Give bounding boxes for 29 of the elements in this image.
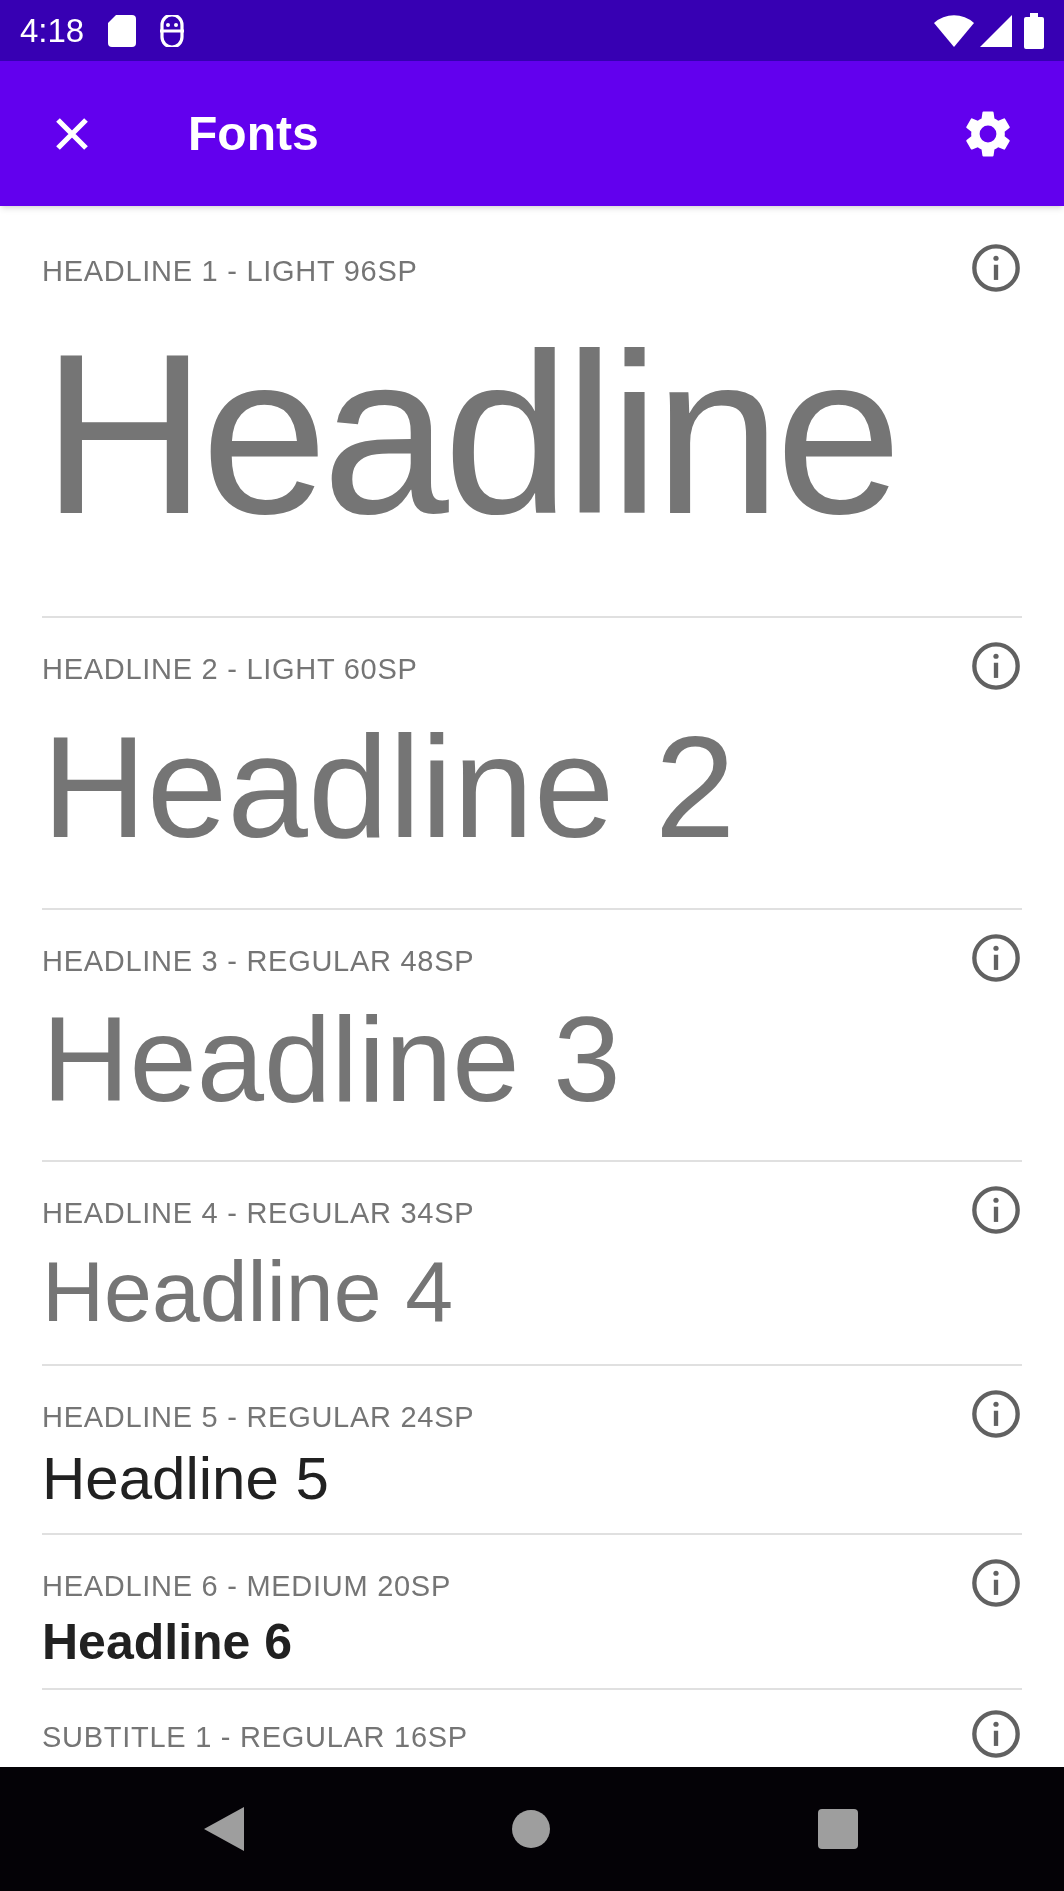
sample-text: Headline [42,305,897,563]
style-label: HEADLINE 6 - MEDIUM 20SP [42,1569,452,1604]
app-bar-title: Fonts [188,105,319,162]
wifi-icon [934,14,974,47]
style-label: HEADLINE 4 - REGULAR 34SP [42,1196,476,1231]
info-icon[interactable] [970,242,1022,294]
sample-text: Headline 4 [42,1241,454,1341]
info-icon[interactable] [970,1557,1022,1609]
sample-text: Headline 6 [42,1612,293,1672]
sd-card-icon [108,14,137,47]
back-icon[interactable] [204,1807,244,1851]
style-label: HEADLINE 3 - REGULAR 48SP [42,944,476,979]
sample-text: Headline 3 [42,989,621,1129]
info-icon[interactable] [970,932,1022,984]
style-label: HEADLINE 5 - REGULAR 24SP [42,1400,476,1435]
info-icon[interactable] [970,640,1022,692]
robot-icon [158,14,187,47]
style-label: HEADLINE 2 - LIGHT 60SP [42,652,419,687]
info-icon[interactable] [970,1708,1022,1760]
style-label: HEADLINE 1 - LIGHT 96SP [42,254,419,289]
info-icon[interactable] [970,1184,1022,1236]
battery-icon [1024,12,1044,49]
sample-text: Headline 2 [42,704,736,870]
home-icon[interactable] [512,1810,550,1848]
signal-icon [980,14,1012,47]
status-time: 4:18 [20,10,85,51]
sample-text: Headline 5 [42,1443,329,1514]
style-label: SUBTITLE 1 - REGULAR 16SP [42,1720,469,1755]
info-icon[interactable] [970,1388,1022,1440]
